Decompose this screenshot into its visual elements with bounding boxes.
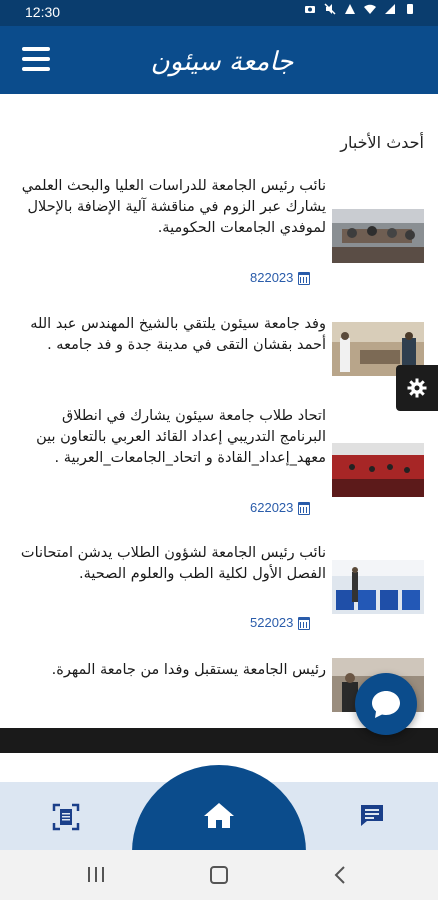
mute-icon [324, 3, 336, 15]
chat-button[interactable] [355, 673, 417, 735]
alert-icon [345, 4, 355, 14]
app-header: جامعة سيئون [0, 26, 438, 94]
news-date: 822023 [250, 270, 314, 288]
home-icon[interactable] [202, 800, 236, 830]
news-thumbnail[interactable] [332, 560, 424, 614]
system-home-icon[interactable] [210, 866, 228, 884]
news-title[interactable]: نائب رئيس الجامعة للدراسات العليا والبحث… [14, 176, 326, 239]
message-icon[interactable] [358, 802, 386, 830]
back-icon[interactable] [333, 865, 347, 885]
settings-button[interactable] [396, 365, 438, 411]
news-date-value: 622023 [250, 500, 294, 515]
signal-icon [385, 4, 395, 14]
system-navigation-bar [0, 850, 438, 900]
news-title[interactable]: اتحاد طلاب جامعة سيئون يشارك في انطلاق ا… [14, 406, 326, 469]
logo-text: جامعة سيئون [150, 47, 295, 77]
calendar-icon [298, 272, 310, 285]
gear-icon [407, 378, 427, 398]
calendar-icon [298, 502, 310, 515]
wifi-icon [364, 4, 376, 14]
news-title[interactable]: وفد جامعة سيئون يلتقي بالشيخ المهندس عبد… [14, 314, 326, 356]
calendar-icon [298, 617, 310, 630]
chat-bubble-icon [372, 691, 400, 718]
hamburger-menu-icon[interactable] [22, 47, 50, 71]
battery-icon [407, 4, 413, 14]
status-time: 12:30 [25, 4, 61, 20]
news-thumbnail[interactable] [332, 443, 424, 497]
news-thumbnail[interactable] [332, 209, 424, 263]
news-date-value: 522023 [250, 615, 294, 630]
news-date: 622023 [250, 500, 314, 518]
recent-apps-icon[interactable] [88, 867, 106, 883]
camera-icon [305, 6, 315, 13]
status-bar: 12:30 [0, 0, 438, 26]
news-title[interactable]: نائب رئيس الجامعة لشؤون الطلاب يدشن امتح… [14, 543, 326, 585]
news-date-value: 822023 [250, 270, 294, 285]
scan-document-icon[interactable] [52, 803, 80, 831]
university-logo: جامعة سيئون [148, 33, 296, 87]
news-date: 522023 [250, 615, 314, 633]
status-icons [304, 3, 416, 15]
news-title[interactable]: رئيس الجامعة يستقبل وفدا من جامعة المهرة… [14, 660, 326, 681]
section-title: أحدث الأخبار [340, 133, 424, 152]
